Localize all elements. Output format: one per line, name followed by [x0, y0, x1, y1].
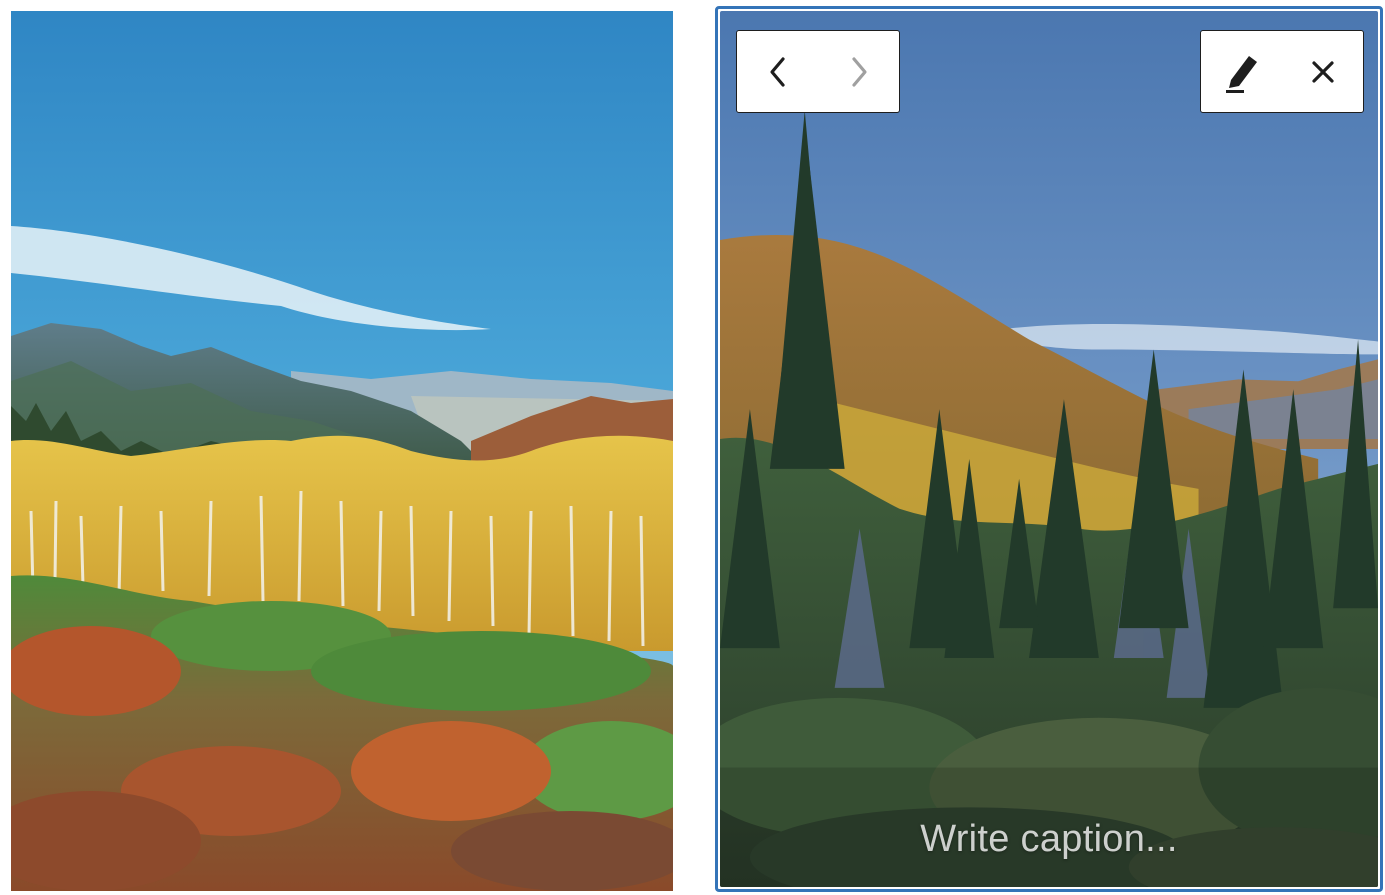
close-icon	[1311, 60, 1334, 83]
image-gallery: Write caption...	[0, 0, 1385, 895]
gallery-image-1[interactable]	[11, 11, 673, 891]
move-right-button[interactable]	[818, 31, 899, 112]
move-left-button[interactable]	[737, 31, 818, 112]
chevron-left-icon	[769, 56, 785, 87]
gallery-image-2-selected[interactable]: Write caption...	[715, 6, 1383, 892]
chevron-right-icon	[851, 56, 867, 87]
edit-image-button[interactable]	[1201, 31, 1282, 112]
remove-image-button[interactable]	[1282, 31, 1363, 112]
landscape-aspens-image	[11, 11, 673, 891]
selected-image-frame: Write caption...	[720, 11, 1378, 887]
caption-input[interactable]: Write caption...	[720, 818, 1378, 861]
move-toolbar	[736, 30, 900, 113]
pencil-icon	[1225, 55, 1257, 93]
item-actions-toolbar	[1200, 30, 1364, 113]
landscape-pines-image	[720, 11, 1378, 887]
